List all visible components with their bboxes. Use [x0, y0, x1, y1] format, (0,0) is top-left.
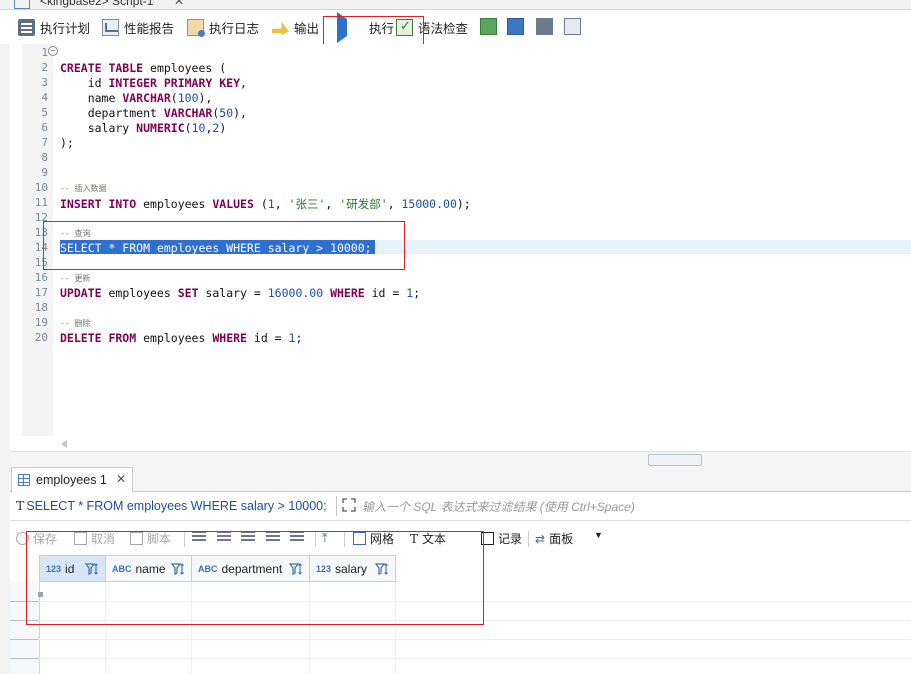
performance-report-button[interactable]: 性能报告: [102, 16, 174, 38]
dropdown-arrow-icon: ▼: [594, 530, 603, 540]
code-line-7[interactable]: );: [60, 136, 74, 150]
editor-tab-bar: <kingbase2> Script-1 ✕: [0, 0, 911, 10]
record-label: 记录: [498, 532, 523, 546]
filter-input[interactable]: 输入一个 SQL 表达式来过滤结果 (使用 Ctrl+Space): [362, 498, 635, 515]
script-icon: [14, 0, 30, 9]
close-tab-icon[interactable]: ✕: [174, 0, 184, 8]
line-number: 11: [34, 196, 48, 209]
code-line-20[interactable]: DELETE FROM employees WHERE id = 1;: [60, 331, 302, 345]
row-header-line: [10, 639, 39, 640]
filter-bar: T SELECT * FROM employees WHERE salary > …: [10, 492, 911, 521]
execution-plan-button[interactable]: 执行计划: [18, 16, 90, 38]
results-tab[interactable]: employees 1 ✕: [11, 467, 133, 492]
panel-label: 面板: [549, 532, 574, 546]
code-line-4[interactable]: name VARCHAR(100),: [60, 91, 213, 105]
panel-icon[interactable]: [536, 18, 553, 35]
new-script-icon[interactable]: [480, 18, 497, 35]
row-header-line: [10, 658, 39, 659]
output-icon: [272, 21, 289, 36]
line-number: 17: [34, 286, 48, 299]
editor-tab-title[interactable]: <kingbase2> Script-1: [40, 0, 153, 8]
execution-log-label: 执行日志: [209, 21, 260, 36]
line-number: 8: [41, 151, 48, 164]
code-comment-update[interactable]: -- 更新: [60, 273, 90, 284]
grid-row-line: [10, 639, 911, 640]
panel-toggle-icon: ⇄: [535, 531, 546, 546]
performance-report-icon: [102, 18, 119, 36]
editor-toolbar: 执行计划 性能报告 执行日志 输出 执行 语法检查: [0, 10, 911, 44]
line-number: 4: [41, 91, 48, 104]
execution-log-button[interactable]: 执行日志: [187, 16, 259, 38]
line-number: 9: [41, 166, 48, 179]
panel-splitter[interactable]: [10, 451, 911, 468]
panel-dropdown[interactable]: ▼: [594, 530, 603, 540]
execution-plan-label: 执行计划: [40, 21, 91, 36]
record-view-button[interactable]: 记录: [481, 530, 522, 547]
output-label: 输出: [294, 21, 320, 36]
line-number: 2: [41, 61, 48, 74]
scroll-left-icon[interactable]: [61, 440, 67, 448]
grid-row-line: [10, 658, 911, 659]
code-line-6[interactable]: salary NUMERIC(10,2): [60, 121, 227, 135]
line-number: 10: [34, 181, 48, 194]
filter-separator: [336, 496, 337, 516]
execution-plan-icon: [18, 18, 35, 36]
close-results-tab-icon[interactable]: ✕: [116, 472, 126, 486]
line-number: 7: [41, 136, 48, 149]
edit-icon[interactable]: [564, 18, 581, 35]
line-number: 6: [41, 121, 48, 134]
code-comment-insert[interactable]: -- 插入数据: [60, 183, 106, 194]
format-icon[interactable]: [507, 18, 524, 35]
highlight-box-results: [26, 531, 484, 625]
splitter-handle[interactable]: [648, 454, 702, 466]
code-line-11[interactable]: INSERT INTO employees VALUES (1, '张三', '…: [60, 196, 471, 212]
code-line-3[interactable]: id INTEGER PRIMARY KEY,: [60, 76, 247, 90]
left-panel-strip: [0, 10, 10, 674]
line-number: 1: [41, 46, 48, 59]
toolbar-separator: [528, 531, 529, 547]
panels-button[interactable]: ⇄ 面板: [535, 530, 573, 547]
text-cursor-icon: T: [16, 498, 25, 513]
code-line-17[interactable]: UPDATE employees SET salary = 16000.00 W…: [60, 286, 420, 300]
filter-query-text: SELECT * FROM employees WHERE salary > 1…: [26, 499, 327, 513]
horizontal-scrollbar[interactable]: [53, 437, 911, 451]
line-number: 5: [41, 106, 48, 119]
code-line-2[interactable]: CREATE TABLE employees (: [60, 61, 226, 75]
syntax-check-label: 语法检查: [418, 21, 469, 36]
grid-icon: [18, 474, 30, 486]
code-line-5[interactable]: department VARCHAR(50),: [60, 106, 247, 120]
fold-toggle-icon[interactable]: −: [48, 46, 58, 56]
highlight-box-query: [43, 221, 405, 270]
code-comment-delete[interactable]: -- 删除: [60, 318, 90, 329]
line-number: 3: [41, 76, 48, 89]
line-number: 19: [34, 316, 48, 329]
output-button[interactable]: 输出: [272, 16, 319, 38]
results-tab-label: employees 1: [36, 473, 107, 487]
execution-log-icon: [187, 18, 205, 37]
performance-report-label: 性能报告: [124, 21, 175, 36]
line-number: 18: [34, 301, 48, 314]
expand-icon[interactable]: [342, 498, 356, 512]
line-number: 20: [34, 331, 48, 344]
results-tab-bar: [10, 467, 911, 492]
line-number: 16: [34, 271, 48, 284]
filter-query[interactable]: T SELECT * FROM employees WHERE salary > …: [16, 498, 327, 513]
